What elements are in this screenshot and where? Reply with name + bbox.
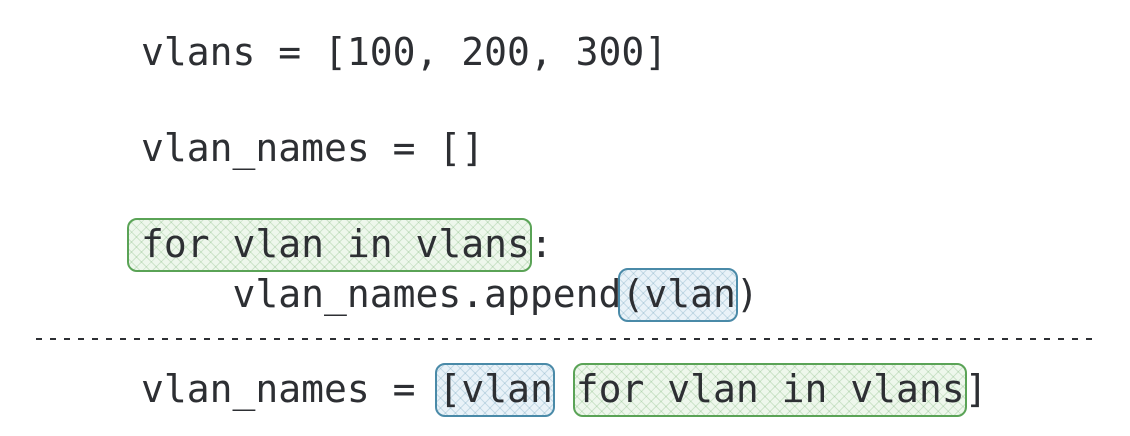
comprehension-loop-highlight: for vlan in vlans [572, 363, 967, 417]
code-line-append: vlan_names.append(vlan) [141, 268, 759, 322]
comprehension-value: vlan [461, 367, 553, 411]
code-line-for-loop: for vlan in vlans: [127, 218, 553, 272]
comprehension-loop: for vlan in vlans [575, 367, 965, 411]
loop-highlight: for vlan in vlans [127, 218, 532, 272]
comprehension-prefix: vlan_names = [141, 367, 439, 411]
for-loop-clause: for vlan in vlans [141, 222, 530, 266]
append-call: vlan_names.append [141, 272, 622, 316]
comprehension-bracket-open: [ [438, 367, 462, 411]
value-highlight: (vlan [618, 268, 739, 322]
append-value: vlan [644, 272, 736, 316]
comprehension-value-highlight: [vlan [435, 363, 556, 417]
vlans-assignment: vlans = [100, 200, 300] [141, 30, 668, 74]
code-line-comprehension: vlan_names = [vlan for vlan in vlans] [141, 363, 988, 417]
vlan-names-init: vlan_names = [] [141, 126, 485, 170]
for-loop-colon: : [529, 222, 553, 266]
code-line-vlans: vlans = [100, 200, 300] [141, 30, 667, 74]
code-line-vlan-names-init: vlan_names = [] [141, 126, 484, 170]
append-paren-close: ) [735, 272, 759, 316]
append-paren-open: ( [621, 272, 645, 316]
comprehension-bracket-close: ] [964, 367, 988, 411]
